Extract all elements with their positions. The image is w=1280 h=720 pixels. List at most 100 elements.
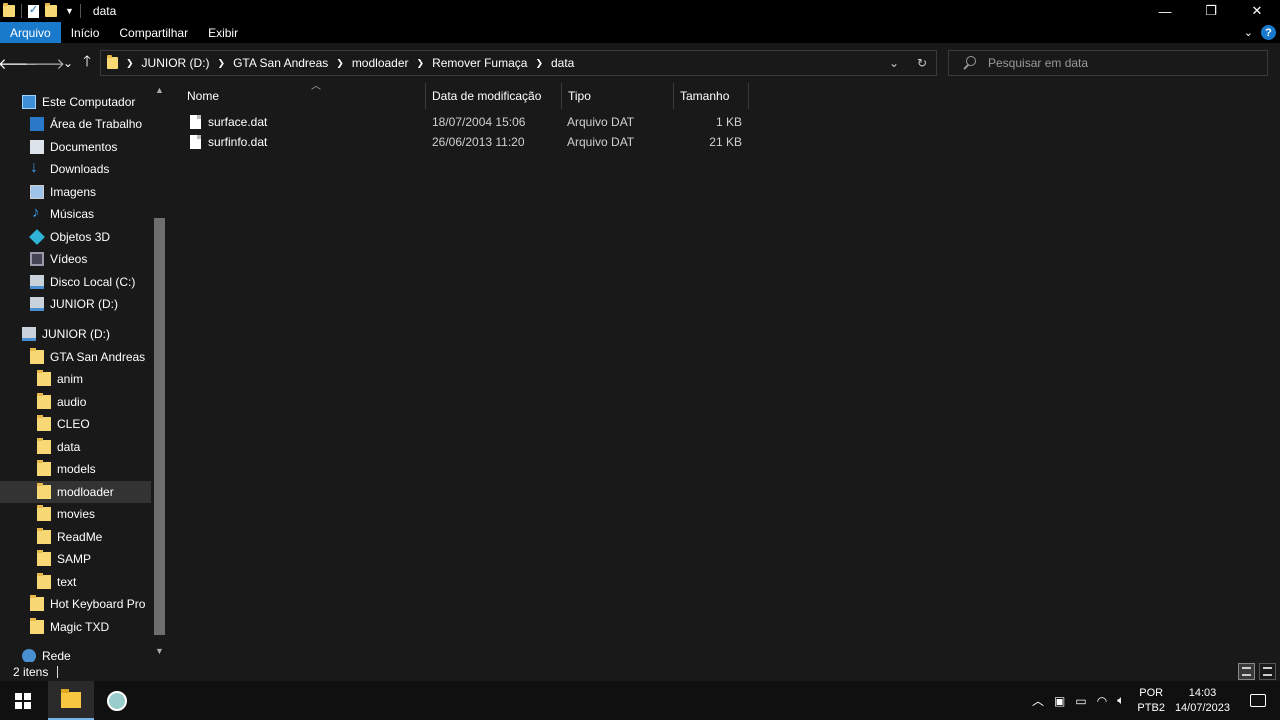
separator xyxy=(21,4,22,18)
taskbar-file-explorer[interactable] xyxy=(48,681,94,720)
folder-icon xyxy=(30,618,44,634)
recent-locations-button[interactable]: ⌄ xyxy=(58,52,78,74)
nav-item-downloads[interactable]: Downloads xyxy=(0,158,151,180)
nav-item-modloader[interactable]: modloader xyxy=(0,481,151,503)
tab-arquivo[interactable]: Arquivo xyxy=(0,22,61,43)
column-header-type[interactable]: Tipo xyxy=(562,83,674,109)
nav-item-este-computador[interactable]: Este Computador xyxy=(0,91,151,113)
nav-item-movies[interactable]: movies xyxy=(0,503,151,525)
tab-compartilhar[interactable]: Compartilhar xyxy=(109,22,198,43)
nav-item-videos[interactable]: Vídeos xyxy=(0,248,151,270)
column-header-size[interactable]: Tamanho xyxy=(674,83,749,109)
column-header-modified[interactable]: Data de modificação xyxy=(426,83,562,109)
nav-item-objetos-3d[interactable]: Objetos 3D xyxy=(0,226,151,248)
taskbar-paint-app[interactable] xyxy=(94,681,140,720)
chevron-right-icon[interactable]: ❯ xyxy=(535,58,543,69)
ribbon-tabs: Arquivo Início Compartilhar Exibir ⌄ ? xyxy=(0,22,1280,43)
nav-item-audio[interactable]: audio xyxy=(0,391,151,413)
properties-icon[interactable] xyxy=(28,3,39,18)
show-hidden-icons-chevron-icon[interactable]: ︿ xyxy=(1032,692,1044,709)
nav-item-label: models xyxy=(57,462,96,476)
nav-item-label: Documentos xyxy=(50,140,118,154)
customize-toolbar-chevron-icon[interactable]: ▼ xyxy=(65,6,74,16)
file-row[interactable]: surfinfo.dat 26/06/2013 11:20 Arquivo DA… xyxy=(170,132,750,152)
folder-icon xyxy=(37,505,51,521)
separator xyxy=(79,4,81,18)
nav-item-documentos[interactable]: Documentos xyxy=(0,136,151,158)
nav-item-musicas[interactable]: Músicas xyxy=(0,203,151,225)
column-header-name[interactable]: Nome ︿ xyxy=(181,81,426,109)
wifi-icon[interactable]: ◠ xyxy=(1097,694,1107,708)
folder-icon xyxy=(37,415,51,431)
security-icon[interactable]: ▣ xyxy=(1054,694,1065,708)
quick-access-toolbar: ▼ xyxy=(0,3,81,18)
address-bar[interactable]: ❯ JUNIOR (D:) ❯ GTA San Andreas ❯ modloa… xyxy=(100,50,937,76)
nav-item-label: Hot Keyboard Pro xyxy=(50,597,146,611)
scroll-up-icon[interactable]: ▲ xyxy=(151,85,168,99)
new-folder-icon[interactable] xyxy=(45,3,57,17)
taskbar: ︿ ▣ ▭ ◠ 🔈︎ POR PTB2 14:03 14/07/2023 xyxy=(0,681,1280,720)
up-button[interactable]: 🡑 xyxy=(77,52,97,74)
notifications-icon[interactable] xyxy=(1250,694,1266,707)
folder-icon xyxy=(37,573,51,589)
breadcrumb-data[interactable]: data xyxy=(551,56,574,70)
nav-item-text[interactable]: text xyxy=(0,571,151,593)
tab-inicio[interactable]: Início xyxy=(61,22,110,43)
search-box[interactable] xyxy=(948,50,1268,76)
nav-item-anim[interactable]: anim xyxy=(0,368,151,390)
breadcrumb-modloader[interactable]: modloader xyxy=(352,56,409,70)
close-button[interactable]: ✕ xyxy=(1234,0,1280,22)
nav-item-rede[interactable]: Rede xyxy=(0,645,151,662)
videos-icon xyxy=(30,252,44,266)
nav-item-disco-local[interactable]: Disco Local (C:) xyxy=(0,271,151,293)
nav-item-junior-pc[interactable]: JUNIOR (D:) xyxy=(0,293,151,315)
folder-icon xyxy=(30,348,44,364)
minimize-button[interactable]: — xyxy=(1142,0,1188,22)
address-history-chevron-icon[interactable]: ⌄ xyxy=(880,56,908,70)
search-input[interactable] xyxy=(988,56,1248,70)
forward-button[interactable]: 🡒 xyxy=(25,52,65,74)
language-indicator[interactable]: POR PTB2 xyxy=(1137,686,1165,716)
nav-item-readme[interactable]: ReadMe xyxy=(0,526,151,548)
network-drive-icon xyxy=(22,327,36,341)
tab-exibir[interactable]: Exibir xyxy=(198,22,248,43)
nav-item-models[interactable]: models xyxy=(0,458,151,480)
start-button[interactable] xyxy=(0,681,46,720)
nav-pane-scrollbar[interactable]: ▲ ▼ xyxy=(151,83,168,662)
breadcrumb-gta[interactable]: GTA San Andreas xyxy=(233,56,328,70)
chevron-right-icon[interactable]: ❯ xyxy=(218,58,226,69)
nav-item-junior-drive[interactable]: JUNIOR (D:) xyxy=(0,323,151,345)
breadcrumb-remover-fumaca[interactable]: Remover Fumaça xyxy=(432,56,527,70)
refresh-icon[interactable]: ↻ xyxy=(908,56,936,70)
breadcrumb-junior[interactable]: JUNIOR (D:) xyxy=(142,56,210,70)
expand-ribbon-chevron-icon[interactable]: ⌄ xyxy=(1244,26,1253,39)
nav-item-imagens[interactable]: Imagens xyxy=(0,181,151,203)
chevron-right-icon[interactable]: ❯ xyxy=(417,58,425,69)
nav-item-magic-txd[interactable]: Magic TXD xyxy=(0,616,151,638)
nav-item-hot-keyboard-pro[interactable]: Hot Keyboard Pro xyxy=(0,593,151,615)
navigation-pane: Este Computador Área de Trabalho Documen… xyxy=(0,83,168,662)
nav-item-gta-san-andreas[interactable]: GTA San Andreas xyxy=(0,346,151,368)
battery-icon[interactable]: ▭ xyxy=(1075,694,1086,708)
nav-item-cleo[interactable]: CLEO xyxy=(0,413,151,435)
nav-item-samp[interactable]: SAMP xyxy=(0,548,151,570)
scroll-down-icon[interactable]: ▼ xyxy=(151,646,168,660)
details-view-button[interactable] xyxy=(1238,663,1255,680)
folder-icon xyxy=(3,3,15,17)
nav-item-label: Rede xyxy=(42,649,71,662)
volume-icon[interactable]: 🔈︎ xyxy=(1117,693,1124,708)
nav-item-data[interactable]: data xyxy=(0,436,151,458)
nav-item-area-de-trabalho[interactable]: Área de Trabalho xyxy=(0,113,151,135)
desktop-icon xyxy=(30,117,44,131)
clock[interactable]: 14:03 14/07/2023 xyxy=(1175,686,1230,716)
file-name: surfinfo.dat xyxy=(208,135,268,149)
help-icon[interactable]: ? xyxy=(1261,25,1276,40)
large-icons-view-button[interactable] xyxy=(1259,663,1276,680)
chevron-right-icon[interactable]: ❯ xyxy=(126,58,134,69)
maximize-button[interactable]: ❐ xyxy=(1188,0,1234,22)
nav-item-label: audio xyxy=(57,395,87,409)
scrollbar-thumb[interactable] xyxy=(154,218,165,635)
file-row[interactable]: surface.dat 18/07/2004 15:06 Arquivo DAT… xyxy=(170,112,750,132)
chevron-right-icon[interactable]: ❯ xyxy=(336,58,344,69)
file-icon xyxy=(190,115,201,129)
